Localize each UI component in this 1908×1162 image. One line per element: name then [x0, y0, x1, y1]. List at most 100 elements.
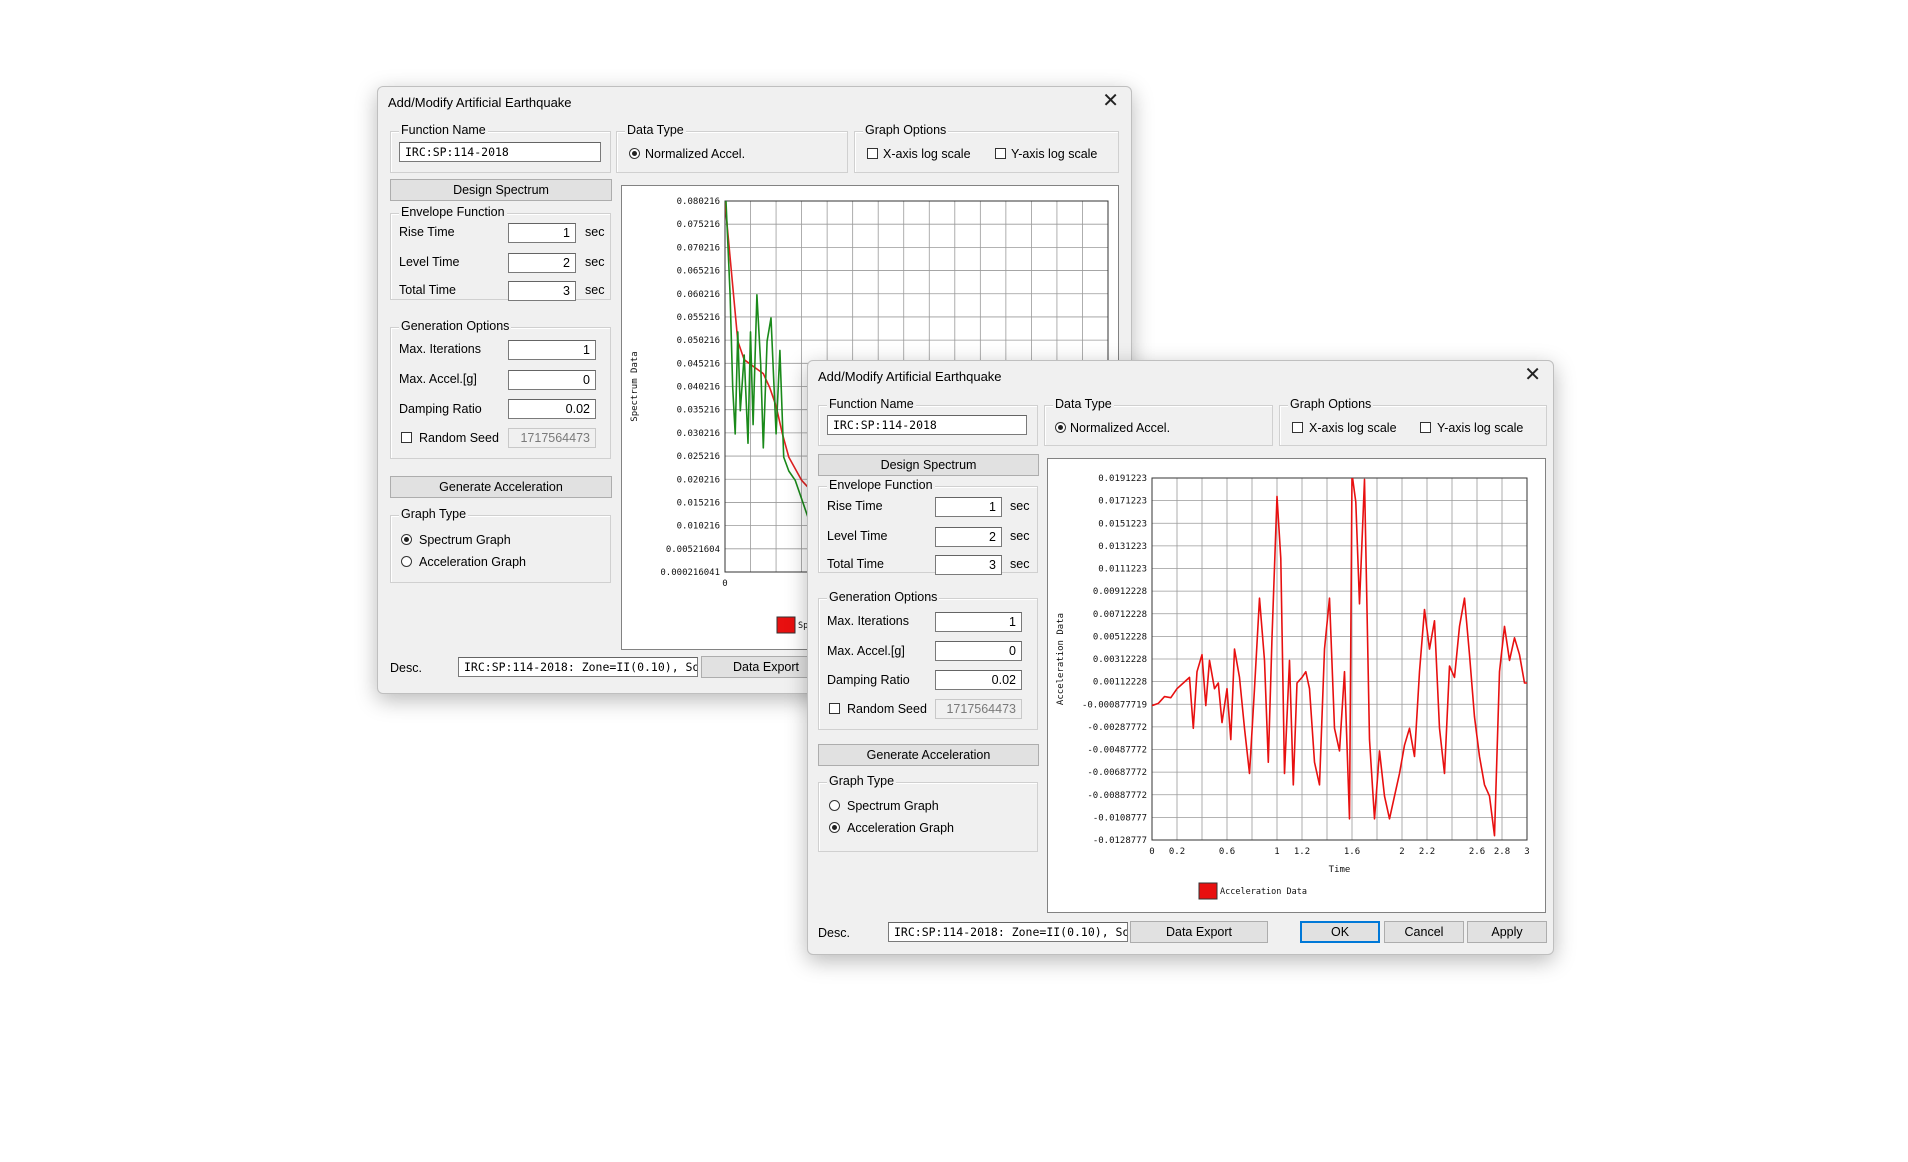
x-tick-label: 2.2: [1419, 847, 1435, 857]
desc-input[interactable]: IRC:SP:114-2018: Zone=II(0.10), Soil= I(…: [888, 922, 1128, 942]
y-tick-label: -0.0108777: [1093, 813, 1147, 823]
rise-time-input[interactable]: 1: [508, 223, 576, 243]
y-log-checkbox[interactable]: [995, 148, 1006, 159]
spectrum-graph-radio[interactable]: [829, 800, 840, 811]
total-time-label: Total Time: [399, 283, 456, 297]
function-name-group: Function Name IRC:SP:114-2018: [818, 397, 1038, 446]
function-name-group: Function Name IRC:SP:114-2018: [390, 123, 611, 173]
y-tick-label: 0.0151223: [1098, 519, 1147, 529]
rise-time-unit: sec: [585, 225, 605, 239]
y-tick-label: 0.025216: [677, 452, 720, 462]
level-time-input[interactable]: 2: [935, 527, 1002, 547]
y-tick-label: -0.00487772: [1087, 746, 1147, 756]
generate-acceleration-button[interactable]: Generate Acceleration: [818, 744, 1039, 766]
spectrum-graph-label: Spectrum Graph: [847, 799, 939, 813]
level-time-label: Level Time: [827, 529, 888, 543]
normalized-accel-label: Normalized Accel.: [1070, 421, 1171, 435]
series-line-0: [1152, 478, 1527, 837]
y-tick-label: -0.0128777: [1093, 836, 1147, 846]
y-tick-label: 0.065216: [677, 267, 720, 277]
damping-ratio-input[interactable]: 0.02: [935, 670, 1022, 690]
spectrum-graph-radio[interactable]: [401, 534, 412, 545]
random-seed-input: 1717564473: [935, 699, 1022, 719]
acceleration-graph-radio[interactable]: [401, 556, 412, 567]
cancel-button[interactable]: Cancel: [1384, 921, 1464, 943]
generation-group: Generation Options Max. Iterations 1 Max…: [390, 319, 611, 459]
max-iterations-label: Max. Iterations: [827, 614, 909, 628]
x-log-checkbox[interactable]: [867, 148, 878, 159]
x-tick-label: 0: [722, 579, 727, 589]
graph-options-label: Graph Options: [863, 123, 949, 137]
level-time-input[interactable]: 2: [508, 253, 576, 273]
x-log-checkbox[interactable]: [1292, 422, 1303, 433]
max-accel-label: Max. Accel.[g]: [827, 644, 905, 658]
legend-label: Acceleration Data: [1220, 887, 1307, 897]
function-name-input[interactable]: IRC:SP:114-2018: [399, 142, 601, 162]
function-name-input[interactable]: IRC:SP:114-2018: [827, 415, 1027, 435]
x-tick-label: 2.6: [1469, 847, 1485, 857]
level-time-unit: sec: [585, 255, 605, 269]
design-spectrum-button[interactable]: Design Spectrum: [390, 179, 612, 201]
normalized-accel-radio[interactable]: [629, 148, 640, 159]
graph-type-group: Graph Type Spectrum Graph Acceleration G…: [818, 774, 1038, 852]
y-axis-label: Acceleration Data: [1056, 613, 1066, 705]
total-time-input[interactable]: 3: [508, 281, 576, 301]
x-tick-label: 2: [1399, 847, 1404, 857]
acceleration-graph-radio[interactable]: [829, 822, 840, 833]
envelope-label: Envelope Function: [827, 478, 935, 492]
y-tick-label: 0.030216: [677, 429, 720, 439]
total-time-input[interactable]: 3: [935, 555, 1002, 575]
y-log-checkbox[interactable]: [1420, 422, 1431, 433]
max-iterations-input[interactable]: 1: [935, 612, 1022, 632]
random-seed-label: Random Seed: [847, 702, 927, 716]
generation-group: Generation Options Max. Iterations 1 Max…: [818, 590, 1038, 730]
graph-options-group: Graph Options X-axis log scale Y-axis lo…: [854, 123, 1119, 173]
envelope-group: Envelope Function Rise Time 1 sec Level …: [390, 205, 611, 301]
y-tick-label: 0.015216: [677, 498, 720, 508]
desc-input[interactable]: IRC:SP:114-2018: Zone=II(0.10), Soil= I(…: [458, 657, 698, 677]
max-iterations-input[interactable]: 1: [508, 340, 596, 360]
y-tick-label: 0.00712228: [1093, 610, 1147, 620]
graph-type-group: Graph Type Spectrum Graph Acceleration G…: [390, 507, 611, 583]
damping-ratio-label: Damping Ratio: [827, 673, 910, 687]
generate-acceleration-button[interactable]: Generate Acceleration: [390, 476, 612, 498]
apply-button[interactable]: Apply: [1467, 921, 1547, 943]
data-type-group: Data Type Normalized Accel.: [1044, 397, 1273, 446]
rise-time-input[interactable]: 1: [935, 497, 1002, 517]
x-tick-label: 1: [1274, 847, 1279, 857]
data-type-label: Data Type: [1053, 397, 1114, 411]
max-accel-input[interactable]: 0: [935, 641, 1022, 661]
level-time-unit: sec: [1010, 529, 1030, 543]
rise-time-unit: sec: [1010, 499, 1030, 513]
y-tick-label: 0.0191223: [1098, 474, 1147, 484]
close-icon[interactable]: ✕: [1524, 363, 1541, 387]
front-dialog: Add/Modify Artificial Earthquake ✕ Funct…: [807, 360, 1554, 955]
total-time-unit: sec: [1010, 557, 1030, 571]
y-tick-label: -0.00887772: [1087, 791, 1147, 801]
normalized-accel-radio[interactable]: [1055, 422, 1066, 433]
legend-swatch: [1198, 882, 1218, 900]
max-accel-input[interactable]: 0: [508, 370, 596, 390]
y-tick-label: 0.000216041: [660, 568, 720, 578]
damping-ratio-input[interactable]: 0.02: [508, 399, 596, 419]
normalized-accel-label: Normalized Accel.: [645, 147, 746, 161]
ok-button[interactable]: OK: [1300, 921, 1380, 943]
x-tick-label: 0.6: [1219, 847, 1235, 857]
y-tick-label: -0.00687772: [1087, 768, 1147, 778]
random-seed-checkbox[interactable]: [401, 432, 412, 443]
close-icon[interactable]: ✕: [1102, 89, 1119, 113]
x-tick-label: 0.2: [1169, 847, 1185, 857]
dialog-title: Add/Modify Artificial Earthquake: [388, 95, 572, 110]
y-tick-label: 0.040216: [677, 383, 720, 393]
y-tick-label: 0.050216: [677, 336, 720, 346]
generation-label: Generation Options: [399, 319, 512, 333]
data-export-button[interactable]: Data Export: [1130, 921, 1268, 943]
x-log-label: X-axis log scale: [883, 147, 971, 161]
graph-options-label: Graph Options: [1288, 397, 1374, 411]
random-seed-checkbox[interactable]: [829, 703, 840, 714]
design-spectrum-button[interactable]: Design Spectrum: [818, 454, 1039, 476]
y-tick-label: -0.000877719: [1082, 700, 1147, 710]
envelope-group: Envelope Function Rise Time 1 sec Level …: [818, 478, 1038, 575]
y-tick-label: 0.075216: [677, 220, 720, 230]
acceleration-chart-panel: 0.0191223 0.0171223 0.0151223 0.0131223 0.01…: [1047, 458, 1546, 913]
